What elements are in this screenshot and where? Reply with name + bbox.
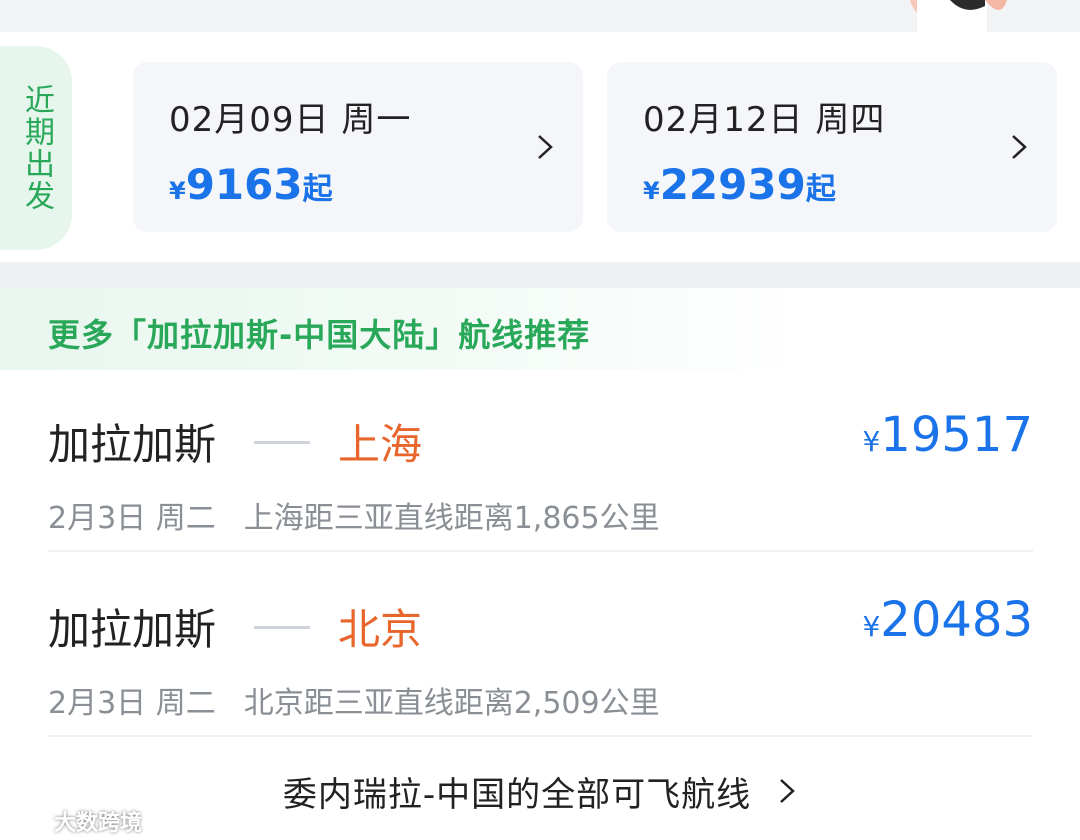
- card-date: 02月12日 周四: [643, 100, 886, 140]
- route-recommend-header: 更多「加拉加斯-中国大陆」航线推荐: [0, 288, 1080, 370]
- watermark-text: 大数跨境: [54, 811, 143, 836]
- mascot-illustration: [910, 0, 1007, 32]
- route-connector-line: [254, 441, 310, 444]
- route-destination: 上海: [338, 420, 423, 469]
- route-connector-line: [254, 626, 310, 629]
- route-meta: 2月3日 周二 北京距三亚直线距离2,509公里: [48, 678, 660, 722]
- route-item-shanghai[interactable]: 加拉加斯 上海 ¥19517 2月3日 周二 上海距三亚直线距离1,865公里: [48, 395, 1033, 555]
- route-date: 2月3日 周二: [48, 686, 216, 721]
- date-card-0212[interactable]: 02月12日 周四 ¥22939起: [607, 62, 1057, 232]
- currency-symbol: ¥: [643, 177, 660, 205]
- price-amount: 22939: [659, 160, 806, 209]
- route-price: ¥20483: [862, 592, 1033, 648]
- route-distance-note: 上海距三亚直线距离1,865公里: [243, 501, 660, 536]
- currency-symbol: ¥: [862, 610, 881, 643]
- date-card-0209[interactable]: 02月09日 周一 ¥9163起: [133, 62, 583, 232]
- price-amount: 9163: [185, 160, 303, 209]
- route-recommend-title: 更多「加拉加斯-中国大陆」航线推荐: [48, 316, 591, 354]
- all-routes-label: 委内瑞拉-中国的全部可飞航线: [282, 774, 752, 815]
- route-meta: 2月3日 周二 上海距三亚直线距离1,865公里: [48, 493, 660, 537]
- recent-departures-section: 近期出发 02月09日 周一 ¥9163起 02月12日 周四 ¥22939起: [0, 32, 1080, 262]
- card-price: ¥9163起: [169, 160, 333, 209]
- currency-symbol: ¥: [862, 425, 881, 458]
- price-suffix: 起: [302, 172, 333, 207]
- chevron-right-icon: [780, 779, 795, 803]
- top-banner-strip: [0, 0, 1080, 32]
- section-divider: [0, 262, 1080, 288]
- route-price: ¥19517: [862, 407, 1033, 463]
- route-item-beijing[interactable]: 加拉加斯 北京 ¥20483 2月3日 周二 北京距三亚直线距离2,509公里: [48, 580, 1033, 740]
- row-divider: [48, 550, 1033, 552]
- watermark: 大数跨境: [6, 806, 142, 836]
- route-distance-note: 北京距三亚直线距离2,509公里: [243, 686, 660, 721]
- chevron-right-icon: [538, 135, 553, 159]
- card-date: 02月09日 周一: [169, 100, 412, 140]
- price-amount: 19517: [880, 407, 1033, 463]
- recent-departures-tab[interactable]: 近期出发: [0, 46, 72, 250]
- route-destination: 北京: [338, 605, 423, 654]
- route-origin: 加拉加斯: [48, 420, 217, 469]
- card-price: ¥22939起: [643, 160, 836, 209]
- all-routes-link[interactable]: 委内瑞拉-中国的全部可飞航线: [0, 758, 1080, 824]
- currency-symbol: ¥: [169, 177, 186, 205]
- chevron-right-icon: [1012, 135, 1027, 159]
- watermark-logo-icon: [7, 812, 45, 830]
- route-origin: 加拉加斯: [48, 605, 217, 654]
- price-suffix: 起: [805, 172, 836, 207]
- route-date: 2月3日 周二: [48, 501, 216, 536]
- row-divider: [48, 735, 1033, 737]
- recent-departures-label: 近期出发: [19, 84, 54, 212]
- price-amount: 20483: [880, 592, 1033, 648]
